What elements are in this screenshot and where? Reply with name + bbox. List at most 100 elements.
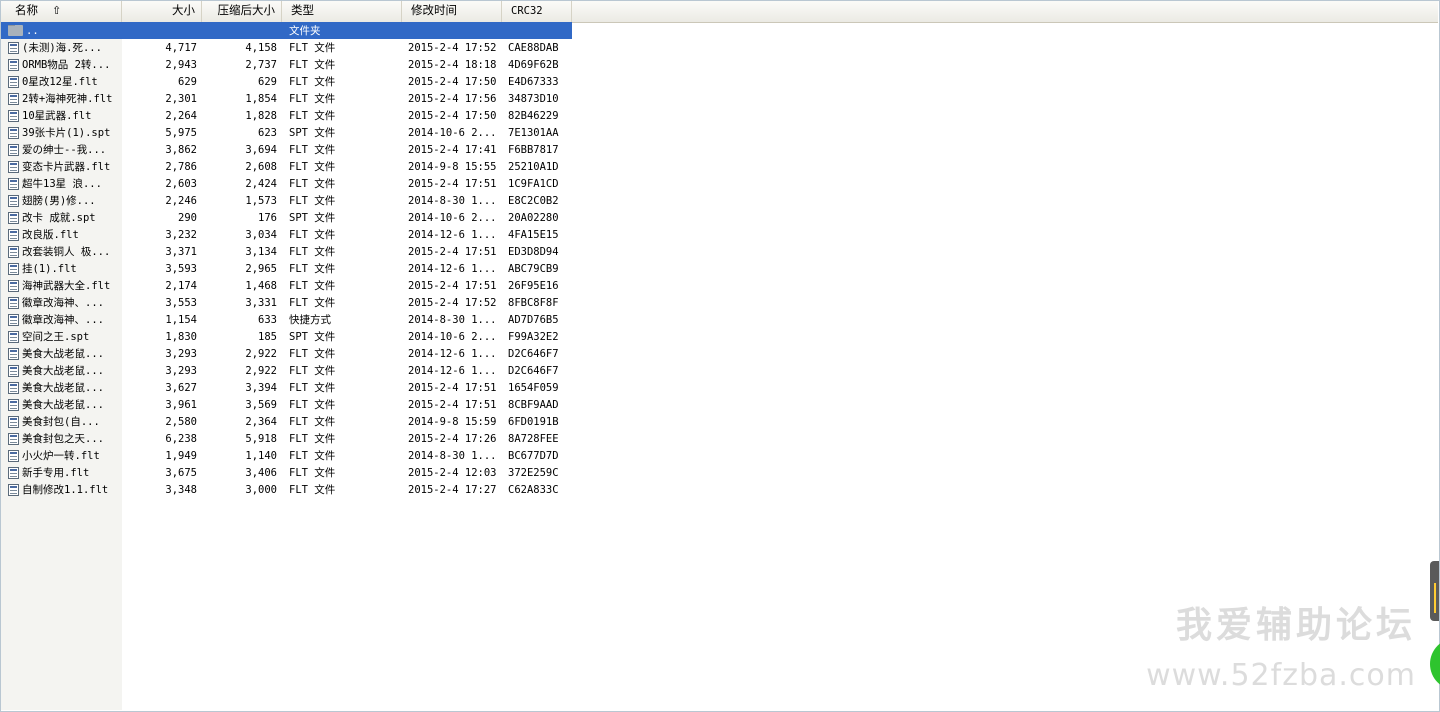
file-size: 1,949: [165, 449, 197, 462]
file-type: FLT 文件: [289, 144, 336, 156]
file-size: 3,675: [165, 466, 197, 479]
file-row[interactable]: 空间之王.spt 1,830 185 SPT 文件 2014-10-6 2... F99A…: [1, 328, 572, 345]
column-size[interactable]: 大小: [122, 1, 202, 22]
file-type: FLT 文件: [289, 263, 336, 275]
file-icon: [8, 58, 19, 71]
side-panel-handle[interactable]: [1430, 561, 1439, 621]
column-name-label: 名称: [15, 5, 38, 17]
file-row[interactable]: 改卡 成就.spt 290 176 SPT 文件 2014-10-6 2... 20A02…: [1, 209, 572, 226]
file-name: 徽章改海神、...: [22, 297, 104, 309]
file-icon: [8, 228, 19, 241]
file-packed-size: 176: [258, 211, 277, 224]
file-row[interactable]: 小火炉一转.flt 1,949 1,140 FLT 文件 2014-8-30 1... B…: [1, 447, 572, 464]
file-row[interactable]: 徽章改海神、... 3,553 3,331 FLT 文件 2015-2-4 17:52 8…: [1, 294, 572, 311]
file-row[interactable]: 2转+海神死神.flt 2,301 1,854 FLT 文件 2015-2-4 17:5…: [1, 90, 572, 107]
file-name: 10星武器.flt: [22, 110, 92, 122]
file-packed-size: 2,737: [245, 58, 277, 71]
file-type: FLT 文件: [289, 59, 336, 71]
file-crc: 7E1301AA: [508, 126, 559, 139]
file-row[interactable]: ORMB物品 2转... 2,943 2,737 FLT 文件 2015-2-4 18:…: [1, 56, 572, 73]
file-name-cell: 新手专用.flt: [1, 465, 122, 480]
file-row[interactable]: 变态卡片武器.flt 2,786 2,608 FLT 文件 2014-9-8 15:55…: [1, 158, 572, 175]
file-icon: [8, 432, 19, 445]
file-row[interactable]: 爱の绅士--我... 3,862 3,694 FLT 文件 2015-2-4 17:41…: [1, 141, 572, 158]
column-crc[interactable]: CRC32: [502, 1, 572, 22]
file-icon: [8, 75, 19, 88]
watermark-url: www.52fzba.com: [1146, 658, 1416, 693]
file-row[interactable]: 美食大战老鼠... 3,293 2,922 FLT 文件 2014-12-6 1... D…: [1, 345, 572, 362]
file-packed-size: 3,034: [245, 228, 277, 241]
file-packed-size: 3,000: [245, 483, 277, 496]
file-icon: [8, 313, 19, 326]
file-row[interactable]: 海神武器大全.flt 2,174 1,468 FLT 文件 2015-2-4 17:51…: [1, 277, 572, 294]
file-row[interactable]: 改良版.flt 3,232 3,034 FLT 文件 2014-12-6 1... 4FA…: [1, 226, 572, 243]
file-name: 改良版.flt: [22, 229, 79, 241]
file-name-cell: 美食大战老鼠...: [1, 397, 122, 412]
file-crc: 26F95E16: [508, 279, 559, 292]
file-name-cell: (未测)海.死...: [1, 40, 122, 55]
file-packed-size: 5,918: [245, 432, 277, 445]
file-size: 2,246: [165, 194, 197, 207]
file-modified: 2015-2-4 17:51: [408, 381, 497, 394]
file-row[interactable]: 美食大战老鼠... 3,627 3,394 FLT 文件 2015-2-4 17:51 1…: [1, 379, 572, 396]
file-type: FLT 文件: [289, 348, 336, 360]
file-name-cell: 2转+海神死神.flt: [1, 91, 122, 106]
sort-ascending-icon: ⇧: [52, 5, 62, 17]
file-row[interactable]: 0星改12星.flt 629 629 FLT 文件 2015-2-4 17:50 E4D6…: [1, 73, 572, 90]
file-row[interactable]: 美食大战老鼠... 3,961 3,569 FLT 文件 2015-2-4 17:51 8…: [1, 396, 572, 413]
file-name: 新手专用.flt: [22, 467, 90, 479]
file-name-cell: 改套装铜人 极...: [1, 244, 122, 259]
file-type: FLT 文件: [289, 195, 336, 207]
file-name: (未测)海.死...: [22, 42, 102, 54]
file-name-cell: 改良版.flt: [1, 227, 122, 242]
file-name-cell: 挂(1).flt: [1, 261, 122, 276]
file-row[interactable]: 美食大战老鼠... 3,293 2,922 FLT 文件 2014-12-6 1... D…: [1, 362, 572, 379]
column-crc-label: CRC32: [511, 5, 543, 17]
watermark: 我爱辅助论坛 www.52fzba.com: [1146, 596, 1416, 693]
file-packed-size: 3,134: [245, 245, 277, 258]
file-type: FLT 文件: [289, 484, 336, 496]
file-packed-size: 3,394: [245, 381, 277, 394]
file-crc: F6BB7817: [508, 143, 559, 156]
file-modified: 2014-8-30 1...: [408, 313, 497, 326]
file-name-cell: 变态卡片武器.flt: [1, 159, 122, 174]
file-list: .. 文件夹 (未测)海.死... 4,717 4,158 FLT 文件 2015-2-…: [1, 22, 572, 498]
file-row[interactable]: 10星武器.flt 2,264 1,828 FLT 文件 2015-2-4 17:50 8…: [1, 107, 572, 124]
parent-folder-row[interactable]: .. 文件夹: [1, 22, 572, 39]
file-row[interactable]: 新手专用.flt 3,675 3,406 FLT 文件 2015-2-4 12:03 37…: [1, 464, 572, 481]
column-modified-label: 修改时间: [411, 5, 457, 17]
file-size: 4,717: [165, 41, 197, 54]
file-modified: 2015-2-4 17:26: [408, 432, 497, 445]
file-row[interactable]: 超牛13星 浪... 2,603 2,424 FLT 文件 2015-2-4 17:51…: [1, 175, 572, 192]
file-name-cell: 徽章改海神、...: [1, 312, 122, 327]
file-crc: CAE88DAB: [508, 41, 559, 54]
file-row[interactable]: 翅膀(男)修... 2,246 1,573 FLT 文件 2014-8-30 1... E…: [1, 192, 572, 209]
file-row[interactable]: 自制修改1.1.flt 3,348 3,000 FLT 文件 2015-2-4 17:2…: [1, 481, 572, 498]
file-row[interactable]: (未测)海.死... 4,717 4,158 FLT 文件 2015-2-4 17:52…: [1, 39, 572, 56]
file-modified: 2014-8-30 1...: [408, 194, 497, 207]
file-name-cell: 改卡 成就.spt: [1, 210, 122, 225]
column-packed-size[interactable]: 压缩后大小: [202, 1, 282, 22]
file-name: 改套装铜人 极...: [22, 246, 111, 258]
file-name-cell: 美食封包(自...: [1, 414, 122, 429]
column-type[interactable]: 类型: [282, 1, 402, 22]
file-row[interactable]: 挂(1).flt 3,593 2,965 FLT 文件 2014-12-6 1... AB…: [1, 260, 572, 277]
column-modified[interactable]: 修改时间: [402, 1, 502, 22]
file-name-cell: 超牛13星 浪...: [1, 176, 122, 191]
file-row[interactable]: 39张卡片(1).spt 5,975 623 SPT 文件 2014-10-6 2...…: [1, 124, 572, 141]
file-name-cell: 美食封包之天...: [1, 431, 122, 446]
file-row[interactable]: 改套装铜人 极... 3,371 3,134 FLT 文件 2015-2-4 17:51…: [1, 243, 572, 260]
file-icon: [8, 126, 19, 139]
file-name-cell: 海神武器大全.flt: [1, 278, 122, 293]
file-row[interactable]: 美食封包之天... 6,238 5,918 FLT 文件 2015-2-4 17:26 8…: [1, 430, 572, 447]
file-crc: 4D69F62B: [508, 58, 559, 71]
file-row[interactable]: 徽章改海神、... 1,154 633 快捷方式 2014-8-30 1... AD7D7…: [1, 311, 572, 328]
file-modified: 2015-2-4 17:51: [408, 177, 497, 190]
file-row[interactable]: 美食封包(自... 2,580 2,364 FLT 文件 2014-9-8 15:59 6…: [1, 413, 572, 430]
file-name: 超牛13星 浪...: [22, 178, 102, 190]
file-modified: 2015-2-4 17:27: [408, 483, 497, 496]
file-name-cell: 爱の绅士--我...: [1, 142, 122, 157]
column-name[interactable]: 名称 ⇧: [1, 1, 122, 22]
file-crc: D2C646F7: [508, 347, 559, 360]
file-size: 2,580: [165, 415, 197, 428]
